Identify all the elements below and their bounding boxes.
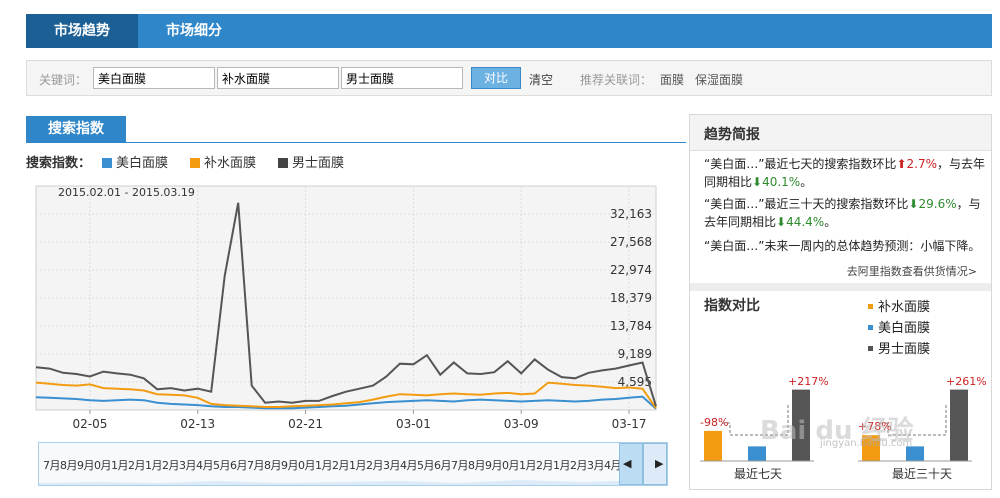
keyword-label: 关键词：	[39, 73, 88, 87]
y-tick-label: 27,568	[610, 235, 652, 249]
y-tick-label: 32,163	[610, 207, 652, 221]
tab-search-index[interactable]: 搜索指数	[26, 116, 126, 143]
x-tick-label: 02-13	[180, 417, 215, 431]
compare-bar	[704, 430, 722, 461]
keyword-bar: 关键词： 对比 清空 推荐关联词： 面膜 保湿面膜	[26, 60, 992, 96]
compare-button[interactable]: 对比	[471, 67, 521, 89]
chart-svg: 4,5959,18913,78418,37922,97427,56832,163…	[35, 185, 657, 431]
x-tick-label: 02-21	[288, 417, 323, 431]
keyword-input-1[interactable]	[93, 67, 215, 89]
compare-legend-item: 男士面膜	[868, 338, 930, 357]
compare-legend-label: 美白面膜	[878, 321, 931, 336]
divider	[26, 142, 686, 143]
recommend-label: 推荐关联词：	[580, 73, 653, 87]
legend-title: 搜索指数：	[26, 156, 92, 171]
compare-bar	[748, 446, 766, 461]
recommend-word-1[interactable]: 面膜	[660, 71, 684, 88]
trend-item-1: “美白面…”最近七天的搜索指数环比⬆2.7%，与去年同期相比⬇40.1%。	[704, 155, 986, 191]
trend-header: 趋势简报	[690, 115, 991, 151]
watermark-url: jingyan.baidu.com	[820, 438, 913, 449]
x-tick-label: 03-09	[504, 417, 539, 431]
trend-value: 44.4%	[786, 215, 825, 229]
keyword-input-2[interactable]	[217, 67, 339, 89]
legend-swatch	[868, 346, 873, 351]
trend-text: 。	[824, 215, 837, 229]
y-tick-label: 18,379	[610, 291, 652, 305]
legend-label: 男士面膜	[292, 156, 345, 171]
arrow-down-icon: ⬇	[908, 197, 919, 211]
compare-category-label: 最近三十天	[892, 467, 953, 481]
trend-title: 趋势简报	[704, 127, 760, 143]
trend-item-2: “美白面…”最近三十天的搜索指数环比⬇29.6%，与去年同期相比⬇44.4%。	[704, 195, 986, 231]
legend-swatch	[190, 158, 200, 168]
y-tick-label: 22,974	[610, 263, 652, 277]
compare-legend-item: 美白面膜	[868, 317, 930, 336]
trend-value: 2.7%	[906, 157, 938, 171]
trend-text: “美白面…”最近七天的搜索指数环比	[704, 157, 897, 171]
panel-separator	[690, 283, 991, 291]
arrow-down-icon: ⬇	[776, 215, 787, 229]
legend-label: 补水面膜	[204, 156, 257, 171]
compare-legend-label: 补水面膜	[878, 300, 931, 315]
tab-market-segment[interactable]: 市场细分	[144, 14, 244, 48]
clear-link[interactable]: 清空	[529, 71, 553, 88]
chevron-right-icon[interactable]: ▶	[655, 457, 663, 470]
x-tick-label: 03-17	[612, 417, 647, 431]
compare-bar	[950, 389, 968, 461]
x-tick-label: 02-05	[72, 417, 107, 431]
legend-item-nanshi[interactable]: 男士面膜	[278, 152, 344, 171]
y-tick-label: 13,784	[610, 319, 652, 333]
chevron-left-icon[interactable]: ◀	[623, 457, 631, 470]
navigator-area	[39, 480, 619, 485]
compare-change-label: +217%	[788, 374, 829, 388]
legend-label: 美白面膜	[116, 156, 169, 171]
compare-change-label: +261%	[946, 374, 987, 388]
legend-item-bushui[interactable]: 补水面膜	[190, 152, 256, 171]
compare-change-label: -98%	[700, 415, 729, 429]
supply-link[interactable]: 去阿里指数查看供货情况>	[847, 263, 977, 279]
arrow-down-icon: ⬇	[752, 175, 763, 189]
legend-item-meibai[interactable]: 美白面膜	[102, 152, 168, 171]
legend-swatch	[868, 325, 873, 330]
tab-market-trend[interactable]: 市场趋势	[26, 14, 138, 48]
arrow-up-icon: ⬆	[896, 157, 907, 171]
recommend-word-2[interactable]: 保湿面膜	[695, 71, 743, 88]
legend-swatch	[868, 304, 873, 309]
trend-value: 29.6%	[918, 197, 957, 211]
timeline-navigator[interactable]: 7月8月9月0月1月2月1月2月3月4月5月6月7月8月9月0月1月2月1月2月…	[38, 442, 668, 486]
compare-category-label: 最近七天	[734, 467, 783, 481]
trend-text: “美白面…”最近三十天的搜索指数环比	[704, 197, 909, 211]
compare-title: 指数对比	[704, 298, 760, 314]
navigator-ticks: 7月8月9月0月1月2月1月2月3月4月5月6月7月8月9月0月1月2月1月2月…	[43, 459, 667, 472]
y-tick-label: 9,189	[618, 347, 652, 361]
trend-text: 。	[800, 175, 813, 189]
legend-swatch	[102, 158, 112, 168]
search-index-chart: 4,595 9,189 13,784 18,379 22,974 27,568 32,163…	[26, 176, 668, 436]
legend-swatch	[278, 158, 288, 168]
top-nav: 市场趋势 市场细分	[26, 14, 992, 48]
compare-legend-label: 男士面膜	[878, 342, 931, 357]
x-tick-label: 03-01	[396, 417, 431, 431]
date-range-label: 2015.02.01 - 2015.03.19	[58, 186, 195, 199]
keyword-input-3[interactable]	[341, 67, 463, 89]
trend-forecast: “美白面…”未来一周内的总体趋势预测：小幅下降。	[704, 239, 981, 253]
trend-value: 40.1%	[762, 175, 801, 189]
compare-legend-item: 补水面膜	[868, 296, 930, 315]
